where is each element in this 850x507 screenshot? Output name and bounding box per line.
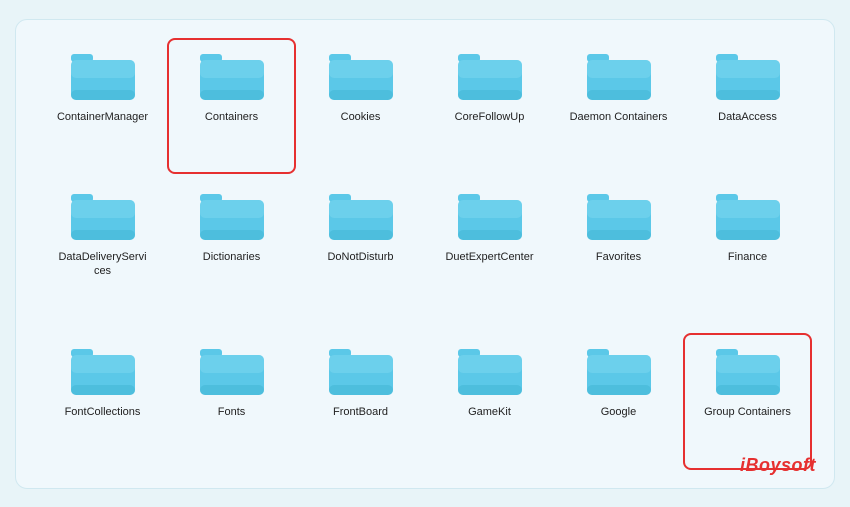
folder-icon-group-containers (714, 341, 782, 399)
folder-label-fonts: Fonts (218, 405, 246, 419)
folder-label-containers: Containers (205, 110, 258, 124)
watermark: iBoysoft (740, 455, 816, 476)
folder-item-data-delivery-services[interactable]: DataDeliveryServi ces (40, 180, 165, 327)
folder-label-game-kit: GameKit (468, 405, 511, 419)
folder-icon-google (585, 341, 653, 399)
folder-item-finance[interactable]: Finance (685, 180, 810, 327)
folder-icon-container-manager (69, 46, 137, 104)
folder-item-dictionaries[interactable]: Dictionaries (169, 180, 294, 327)
folder-label-data-delivery-services: DataDeliveryServi ces (53, 250, 153, 279)
folder-icon-font-collections (69, 341, 137, 399)
folder-label-finance: Finance (728, 250, 767, 264)
folder-label-front-board: FrontBoard (333, 405, 388, 419)
folder-icon-favorites (585, 186, 653, 244)
folder-item-font-collections[interactable]: FontCollections (40, 335, 165, 468)
folder-label-do-not-disturb: DoNotDisturb (327, 250, 393, 264)
folder-label-core-follow-up: CoreFollowUp (455, 110, 525, 124)
folder-item-daemon-containers[interactable]: Daemon Containers (556, 40, 681, 173)
folder-item-favorites[interactable]: Favorites (556, 180, 681, 327)
folder-icon-data-delivery-services (69, 186, 137, 244)
folder-label-group-containers: Group Containers (704, 405, 791, 419)
folder-item-containers[interactable]: Containers (169, 40, 294, 173)
folder-icon-duet-expert-center (456, 186, 524, 244)
folder-item-fonts[interactable]: Fonts (169, 335, 294, 468)
folder-item-group-containers[interactable]: Group Containers (685, 335, 810, 468)
folder-label-container-manager: ContainerManager (57, 110, 148, 124)
folder-icon-do-not-disturb (327, 186, 395, 244)
folder-item-duet-expert-center[interactable]: DuetExpertCenter (427, 180, 552, 327)
folder-label-duet-expert-center: DuetExpertCenter (445, 250, 533, 264)
folder-item-cookies[interactable]: Cookies (298, 40, 423, 173)
folder-item-game-kit[interactable]: GameKit (427, 335, 552, 468)
folder-item-front-board[interactable]: FrontBoard (298, 335, 423, 468)
folder-icon-core-follow-up (456, 46, 524, 104)
folder-icon-game-kit (456, 341, 524, 399)
folder-label-dictionaries: Dictionaries (203, 250, 260, 264)
folder-label-daemon-containers: Daemon Containers (570, 110, 668, 124)
folder-icon-front-board (327, 341, 395, 399)
folder-icon-fonts (198, 341, 266, 399)
folder-icon-cookies (327, 46, 395, 104)
folder-item-do-not-disturb[interactable]: DoNotDisturb (298, 180, 423, 327)
folder-label-cookies: Cookies (341, 110, 381, 124)
folder-item-google[interactable]: Google (556, 335, 681, 468)
folder-icon-dictionaries (198, 186, 266, 244)
folder-label-favorites: Favorites (596, 250, 641, 264)
folder-item-core-follow-up[interactable]: CoreFollowUp (427, 40, 552, 173)
folder-label-data-access: DataAccess (718, 110, 777, 124)
file-browser: ContainerManager Containers Cookies (15, 19, 835, 489)
folder-label-google: Google (601, 405, 636, 419)
watermark-suffix: Boysoft (746, 455, 817, 475)
folder-icon-data-access (714, 46, 782, 104)
folder-item-data-access[interactable]: DataAccess (685, 40, 810, 173)
folder-icon-daemon-containers (585, 46, 653, 104)
folder-icon-finance (714, 186, 782, 244)
folder-icon-containers (198, 46, 266, 104)
folder-label-font-collections: FontCollections (65, 405, 141, 419)
folder-grid: ContainerManager Containers Cookies (40, 40, 810, 468)
folder-item-container-manager[interactable]: ContainerManager (40, 40, 165, 173)
